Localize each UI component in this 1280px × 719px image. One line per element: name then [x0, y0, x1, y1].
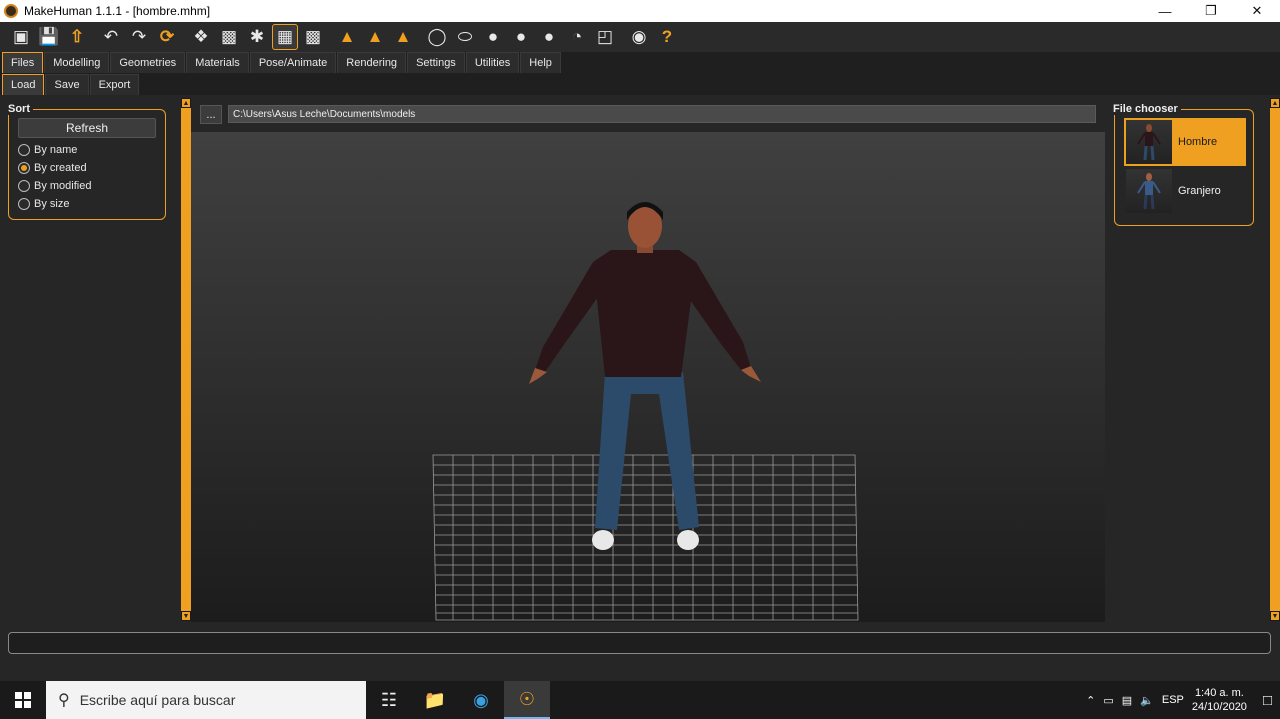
radio-selected-icon[interactable] — [18, 162, 30, 174]
tab-geometries[interactable]: Geometries — [110, 52, 186, 73]
volume-icon[interactable]: 🔈 — [1140, 694, 1154, 707]
tab-save[interactable]: Save — [45, 74, 89, 95]
model-thumbnail — [1126, 120, 1172, 164]
sort-title: Sort — [5, 103, 33, 115]
left-scrollbar[interactable] — [181, 98, 191, 621]
windows-icon — [15, 692, 31, 708]
scroll-down-icon[interactable]: ▼ — [181, 611, 191, 621]
battery-icon[interactable]: ▭ — [1103, 694, 1113, 707]
tab-rendering[interactable]: Rendering — [337, 52, 407, 73]
tab-modelling[interactable]: Modelling — [44, 52, 110, 73]
sort-by-modified-option[interactable]: By modified — [18, 180, 91, 192]
toolbar: ▣ 💾 ⇧ ↶ ↷ ⟳ ❖ ▩ ✱ ▦ ▩ ▲ ▲ ▲ ◯ ⬭ ● ● ● ◔ … — [0, 22, 1280, 52]
network-icon[interactable]: ▤ — [1122, 694, 1132, 707]
search-icon: ⚲ — [58, 692, 70, 709]
file-name: Granjero — [1178, 185, 1221, 197]
task-view-icon[interactable]: ☷ — [366, 681, 412, 719]
system-tray: ⌃ ▭ ▤ 🔈 ESP 1:40 a. m. 24/10/2020 □ — [1086, 686, 1280, 714]
notification-icon[interactable]: □ — [1263, 692, 1272, 709]
scroll-down-icon[interactable]: ▼ — [1270, 611, 1280, 621]
scroll-up-icon[interactable]: ▲ — [181, 98, 191, 108]
head-icon[interactable]: ⬭ — [452, 24, 478, 50]
new-icon[interactable]: ▣ — [8, 24, 34, 50]
back-view-icon[interactable]: ▲ — [362, 24, 388, 50]
sort-by-created-option[interactable]: By created — [18, 162, 87, 174]
path-field[interactable]: C:\Users\Asus Leche\Documents\models — [228, 105, 1096, 123]
front-view-icon[interactable]: ▲ — [334, 24, 360, 50]
taskbar: ⚲ Escribe aquí para buscar ☷ 📁 ◉ ☉ ⌃ ▭ ▤… — [0, 681, 1280, 719]
tab-utilities[interactable]: Utilities — [465, 52, 520, 73]
left-icon[interactable]: ● — [480, 24, 506, 50]
clock[interactable]: 1:40 a. m. 24/10/2020 — [1192, 686, 1247, 714]
tab-export[interactable]: Export — [89, 74, 140, 95]
reset-icon[interactable]: ⟳ — [154, 24, 180, 50]
radio-label: By modified — [34, 180, 92, 192]
app-icon — [4, 4, 18, 18]
radio-icon[interactable] — [18, 198, 30, 210]
start-button[interactable] — [0, 681, 46, 719]
date: 24/10/2020 — [1191, 701, 1247, 713]
model-scene — [432, 202, 859, 621]
radio-label: By size — [34, 198, 70, 210]
undo-icon[interactable]: ↶ — [98, 24, 124, 50]
checker-icon[interactable]: ▩ — [300, 24, 326, 50]
radio-label: By created — [34, 162, 87, 174]
bottom-icon[interactable]: ◔ — [564, 24, 590, 50]
status-bar — [8, 632, 1271, 654]
radio-icon[interactable] — [18, 144, 30, 156]
refresh-button[interactable]: Refresh — [18, 118, 156, 138]
minimize-button[interactable]: — — [1142, 0, 1188, 22]
face-icon[interactable]: ◯ — [424, 24, 450, 50]
human-model — [529, 202, 761, 550]
window-title: MakeHuman 1.1.1 - [hombre.mhm] — [24, 4, 211, 18]
makehuman-app-icon[interactable]: ☉ — [504, 681, 550, 719]
radio-label: By name — [34, 144, 78, 156]
file-item-granjero[interactable]: Granjero — [1124, 167, 1246, 215]
sort-by-size-option[interactable]: By size — [18, 198, 69, 210]
top-icon[interactable]: ● — [536, 24, 562, 50]
browse-button[interactable]: ... — [200, 105, 222, 124]
file-item-hombre[interactable]: Hombre — [1124, 118, 1246, 166]
export-icon[interactable]: ⇧ — [64, 24, 90, 50]
file-explorer-icon[interactable]: 📁 — [412, 681, 458, 719]
save-icon[interactable]: 💾 — [36, 24, 62, 50]
time: 1:40 a. m. — [1194, 687, 1244, 699]
restore-button[interactable]: ❐ — [1188, 0, 1234, 22]
screenshot-icon[interactable]: ◉ — [626, 24, 652, 50]
wireframe-icon[interactable]: ▩ — [216, 24, 242, 50]
right-icon[interactable]: ● — [508, 24, 534, 50]
title-bar: MakeHuman 1.1.1 - [hombre.mhm] — ❐ ✕ — [0, 0, 1280, 22]
3d-viewport[interactable] — [191, 132, 1105, 622]
main-tabs: Files Modelling Geometries Materials Pos… — [0, 52, 1280, 73]
edge-browser-icon[interactable]: ◉ — [458, 681, 504, 719]
floor-grid — [432, 454, 859, 621]
help-icon[interactable]: ? — [654, 24, 680, 50]
tab-pose-animate[interactable]: Pose/Animate — [249, 52, 337, 73]
language-indicator[interactable]: ESP — [1162, 694, 1184, 706]
grid-icon[interactable]: ▦ — [272, 24, 298, 50]
side-view-icon[interactable]: ▲ — [390, 24, 416, 50]
file-name: Hombre — [1178, 136, 1218, 148]
model-thumbnail — [1126, 169, 1172, 213]
radio-icon[interactable] — [18, 180, 30, 192]
right-scrollbar[interactable] — [1270, 98, 1280, 621]
redo-icon[interactable]: ↷ — [126, 24, 152, 50]
sort-by-name-option[interactable]: By name — [18, 144, 77, 156]
smooth-icon[interactable]: ❖ — [188, 24, 214, 50]
reset-camera-icon[interactable]: ◰ — [592, 24, 618, 50]
sub-tabs: Load Save Export — [0, 74, 1280, 95]
tab-settings[interactable]: Settings — [407, 52, 465, 73]
tab-load[interactable]: Load — [2, 74, 45, 95]
scroll-up-icon[interactable]: ▲ — [1270, 98, 1280, 108]
search-placeholder: Escribe aquí para buscar — [79, 692, 236, 708]
taskbar-search[interactable]: ⚲ Escribe aquí para buscar — [46, 681, 366, 719]
chevron-up-icon[interactable]: ⌃ — [1086, 694, 1095, 707]
close-button[interactable]: ✕ — [1234, 0, 1280, 22]
tab-files[interactable]: Files — [2, 52, 44, 73]
tab-help[interactable]: Help — [520, 52, 561, 73]
tab-materials[interactable]: Materials — [186, 52, 249, 73]
pose-icon[interactable]: ✱ — [244, 24, 270, 50]
file-chooser-title: File chooser — [1110, 103, 1181, 115]
